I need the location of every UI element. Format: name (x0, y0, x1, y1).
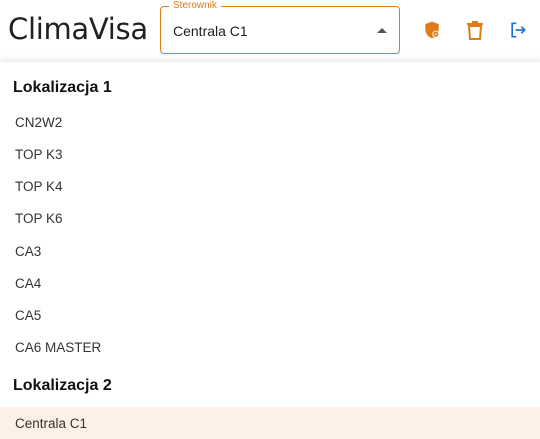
option-top-k4[interactable]: TOP K4 (0, 170, 540, 202)
option-ca6-master[interactable]: CA6 MASTER (0, 331, 540, 363)
group-header-lokalizacja-2: Lokalizacja 2 (13, 377, 112, 394)
controller-select-value: Centrala C1 (173, 23, 248, 39)
option-centrala-c1[interactable]: Centrala C1 (0, 407, 540, 439)
app-title: ClimaVisa (8, 12, 148, 46)
controller-dropdown-menu: Lokalizacja 1 CN2W2 TOP K3 TOP K4 TOP K6… (0, 62, 540, 439)
group-header-lokalizacja-1: Lokalizacja 1 (13, 79, 112, 96)
controller-select-label: Sterownik (169, 0, 221, 12)
option-ca4[interactable]: CA4 (0, 267, 540, 299)
option-top-k3[interactable]: TOP K3 (0, 138, 540, 170)
shield-badge-icon[interactable] (420, 18, 444, 42)
option-ca5[interactable]: CA5 (0, 299, 540, 331)
trash-icon[interactable] (463, 18, 487, 42)
app-header: ClimaVisa Sterownik Centrala C1 (0, 0, 540, 62)
option-cn2w2[interactable]: CN2W2 (0, 106, 540, 138)
controller-select[interactable]: Sterownik Centrala C1 (160, 0, 400, 54)
option-ca3[interactable]: CA3 (0, 235, 540, 267)
option-top-k6[interactable]: TOP K6 (0, 202, 540, 234)
logout-icon[interactable] (506, 18, 530, 42)
caret-up-icon (377, 28, 387, 33)
